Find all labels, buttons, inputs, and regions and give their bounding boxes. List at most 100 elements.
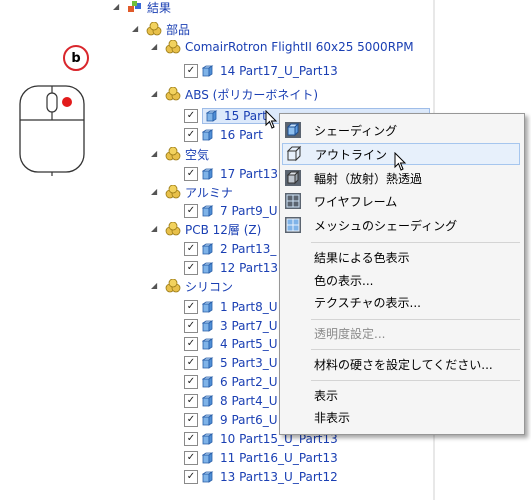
- expand-triangle-icon[interactable]: ◢: [151, 281, 161, 291]
- part-label: 7 Part9_U: [220, 204, 278, 218]
- visibility-checkbox[interactable]: ✓: [184, 204, 198, 218]
- visibility-checkbox[interactable]: ✓: [184, 394, 198, 408]
- visibility-checkbox[interactable]: ✓: [184, 432, 198, 446]
- part-label: 15 Part: [224, 109, 267, 123]
- visibility-checkbox[interactable]: ✓: [184, 109, 198, 123]
- tree-part-row[interactable]: ✓ 16 Part: [184, 126, 263, 144]
- tree-part-row[interactable]: ✓ 17 Part13: [184, 165, 278, 183]
- material-group-icon: [165, 147, 181, 161]
- tree-part-row[interactable]: ✓ 9 Part6_U: [184, 411, 278, 429]
- visibility-checkbox[interactable]: ✓: [184, 167, 198, 181]
- visibility-checkbox[interactable]: ✓: [184, 128, 198, 142]
- part-label: 11 Part16_U_Part13: [220, 451, 338, 465]
- material-group-icon: [165, 87, 181, 101]
- tree-part-row[interactable]: ✓ 6 Part2_U: [184, 373, 278, 391]
- expand-triangle-icon[interactable]: ◢: [113, 2, 123, 12]
- visibility-checkbox[interactable]: ✓: [184, 413, 198, 427]
- visibility-checkbox[interactable]: ✓: [184, 375, 198, 389]
- part-label: 5 Part3_U: [220, 356, 278, 370]
- tree-group[interactable]: ◢ PCB 12層 (Z): [151, 220, 261, 238]
- results-icon: [128, 1, 141, 12]
- part-cube-icon: [202, 301, 214, 313]
- menu-item-shading[interactable]: シェーディング: [282, 119, 520, 141]
- part-label: 9 Part6_U: [220, 413, 278, 427]
- visibility-checkbox[interactable]: ✓: [184, 319, 198, 333]
- menu-item-material-hardness[interactable]: 材料の硬さを設定してください...: [282, 353, 520, 375]
- expand-triangle-icon[interactable]: ◢: [151, 149, 161, 159]
- menu-item-show[interactable]: 表示: [282, 384, 520, 406]
- tree-part-row[interactable]: ✓ 1 Part8_U: [184, 298, 278, 316]
- menu-item-hide[interactable]: 非表示: [282, 406, 520, 428]
- group-label: ComairRotron FlightII 60x25 5000RPM: [185, 40, 414, 54]
- part-label: 3 Part7_U: [220, 319, 278, 333]
- menu-item-show-texture[interactable]: テクスチャの表示...: [282, 291, 520, 313]
- menu-separator: [311, 319, 520, 320]
- visibility-checkbox[interactable]: ✓: [184, 451, 198, 465]
- expand-triangle-icon[interactable]: ◢: [151, 89, 161, 99]
- menu-item-label: 結果による色表示: [314, 250, 410, 265]
- visibility-checkbox[interactable]: ✓: [184, 337, 198, 351]
- tree-group[interactable]: ◢ ABS (ポリカーボネイト): [151, 85, 318, 103]
- tree-part-row[interactable]: ✓ 4 Part5_U: [184, 335, 278, 353]
- part-cube-icon: [202, 320, 214, 332]
- expand-triangle-icon[interactable]: ◢: [151, 224, 161, 234]
- mesh-shading-icon: [285, 217, 301, 233]
- menu-item-mesh-shading[interactable]: メッシュのシェーディング: [282, 214, 520, 236]
- part-label: 17 Part13: [220, 167, 279, 181]
- group-label: シリコン: [185, 279, 234, 294]
- part-cube-icon: [202, 65, 214, 77]
- visibility-checkbox[interactable]: ✓: [184, 261, 198, 275]
- menu-item-label: 透明度設定...: [314, 326, 386, 341]
- part-label: 13 Part13_U_Part12: [220, 470, 338, 484]
- menu-item-label: テクスチャの表示...: [314, 295, 421, 310]
- menu-item-label: メッシュのシェーディング: [314, 218, 458, 233]
- part-label: 14 Part17_U_Part13: [220, 64, 338, 78]
- part-cube-icon: [202, 395, 214, 407]
- outline-cube-icon: [286, 145, 302, 162]
- visibility-checkbox[interactable]: ✓: [184, 64, 198, 78]
- tree-part-row[interactable]: ✓ 2 Part13_: [184, 240, 276, 258]
- tree-group[interactable]: ◢ ComairRotron FlightII 60x25 5000RPM: [151, 38, 414, 56]
- menu-item-label: シェーディング: [314, 123, 398, 138]
- tree-part-row[interactable]: ✓ 13 Part13_U_Part12: [184, 468, 338, 486]
- tree-part-row[interactable]: ✓ 14 Part17_U_Part13: [184, 62, 338, 80]
- menu-item-label: 輻射（放射）熱透過: [314, 171, 423, 186]
- part-cube-icon: [202, 414, 214, 426]
- menu-item-show-color[interactable]: 色の表示...: [282, 269, 520, 291]
- tree-parts-node[interactable]: ◢ 部品: [132, 20, 190, 38]
- visibility-checkbox[interactable]: ✓: [184, 470, 198, 484]
- menu-item-label: 非表示: [314, 410, 351, 425]
- part-label: 4 Part5_U: [220, 337, 278, 351]
- menu-item-label: ワイヤフレーム: [314, 194, 398, 209]
- radiation-cube-icon: [285, 170, 301, 186]
- tree-group[interactable]: ◢ 空気: [151, 145, 209, 163]
- tree-group[interactable]: ◢ シリコン: [151, 277, 233, 295]
- expand-triangle-icon[interactable]: ◢: [151, 42, 161, 52]
- menu-item-color-by-result[interactable]: 結果による色表示: [282, 246, 520, 268]
- part-label: 12 Part13: [220, 261, 279, 275]
- mouse-cursor-icon: [265, 110, 278, 129]
- part-cube-icon: [202, 452, 214, 464]
- visibility-checkbox[interactable]: ✓: [184, 300, 198, 314]
- part-cube-icon: [202, 433, 214, 445]
- menu-item-label: 材料の硬さを設定してください...: [314, 357, 493, 372]
- visibility-checkbox[interactable]: ✓: [184, 356, 198, 370]
- tree-root[interactable]: ◢ 結果: [113, 0, 171, 16]
- expand-triangle-icon[interactable]: ◢: [151, 187, 161, 197]
- tree-part-row[interactable]: ✓ 3 Part7_U: [184, 317, 278, 335]
- menu-item-wireframe[interactable]: ワイヤフレーム: [282, 190, 520, 212]
- expand-triangle-icon[interactable]: ◢: [132, 24, 142, 34]
- menu-item-label: アウトライン: [315, 147, 388, 162]
- menu-item-label: 表示: [314, 388, 339, 403]
- menu-separator: [311, 380, 520, 381]
- tree-part-row[interactable]: ✓ 5 Part3_U: [184, 354, 278, 372]
- tree-part-row[interactable]: ✓ 7 Part9_U: [184, 202, 278, 220]
- tree-part-row[interactable]: ✓ 11 Part16_U_Part13: [184, 449, 338, 467]
- wireframe-icon: [285, 193, 301, 209]
- tree-part-row[interactable]: ✓ 8 Part4_U: [184, 392, 278, 410]
- part-cube-icon: [202, 338, 214, 350]
- tree-part-row[interactable]: ✓ 12 Part13: [184, 259, 278, 277]
- tree-group[interactable]: ◢ アルミナ: [151, 183, 233, 201]
- material-group-icon: [165, 222, 181, 236]
- visibility-checkbox[interactable]: ✓: [184, 242, 198, 256]
